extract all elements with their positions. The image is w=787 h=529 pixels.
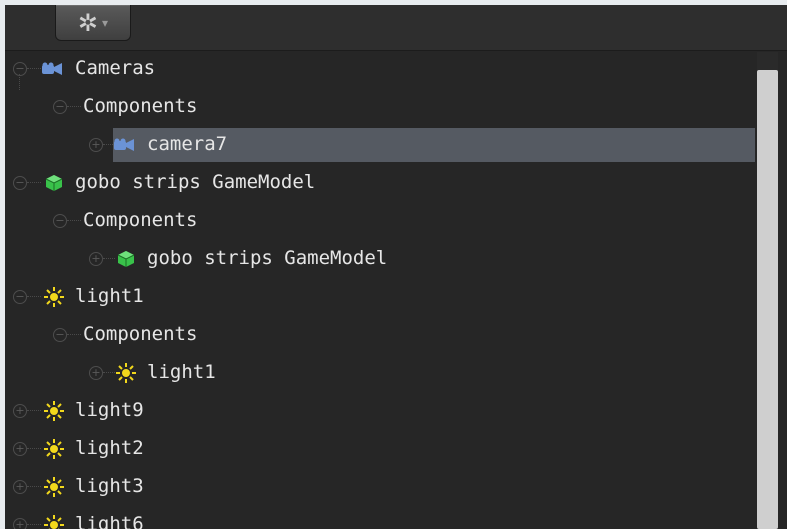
tree-item-light9[interactable]: + light9 (5, 394, 755, 428)
tree-item-label: light3 (75, 475, 144, 497)
light-icon (43, 477, 65, 497)
light-icon (43, 515, 65, 529)
cube-icon (43, 173, 65, 193)
toolbar: ✲ ▾ (5, 5, 787, 51)
collapse-icon[interactable]: − (53, 328, 67, 342)
light-icon (43, 439, 65, 459)
outliner-panel: ✲ ▾ − Cameras − Components + camera7 − g… (5, 5, 787, 529)
tree-item-label: light1 (75, 285, 144, 307)
tree-item-label: Cameras (75, 57, 156, 79)
collapse-icon[interactable]: − (13, 290, 27, 304)
collapse-icon[interactable]: − (53, 100, 67, 114)
tree-item-label: Components (83, 95, 198, 117)
light-icon (43, 401, 65, 421)
expand-icon[interactable]: + (13, 442, 27, 456)
expand-icon[interactable]: + (13, 480, 27, 494)
tree-item-camera7[interactable]: + camera7 (5, 128, 755, 162)
tree-item-light1-component[interactable]: + light1 (5, 356, 755, 390)
tree-item-components[interactable]: − Components (5, 318, 755, 352)
camera-icon (41, 59, 63, 79)
tree-item-gobo-strips-component[interactable]: + gobo strips GameModel (5, 242, 755, 276)
tree-item-label: Components (83, 209, 198, 231)
expand-icon[interactable]: + (13, 518, 27, 529)
chevron-down-icon: ▾ (102, 15, 109, 30)
cube-icon (115, 249, 137, 269)
gear-icon: ✲ (77, 8, 99, 37)
camera-icon (113, 135, 135, 155)
light-icon (115, 363, 137, 383)
tree-item-label: light6 (75, 513, 144, 529)
tree-item-light1[interactable]: − light1 (5, 280, 755, 314)
tree-item-label: light9 (75, 399, 144, 421)
settings-menu-button[interactable]: ✲ ▾ (55, 5, 131, 41)
tree-item-label: light2 (75, 437, 144, 459)
collapse-icon[interactable]: − (13, 176, 27, 190)
collapse-icon[interactable]: − (53, 214, 67, 228)
tree-item-light3[interactable]: + light3 (5, 470, 755, 504)
scrollbar-thumb[interactable] (757, 70, 778, 529)
expand-icon[interactable]: + (89, 252, 103, 266)
tree-item-light6[interactable]: + light6 (5, 508, 755, 529)
tree-item-gobo-strips[interactable]: − gobo strips GameModel (5, 166, 755, 200)
tree-item-components[interactable]: − Components (5, 204, 755, 238)
tree-item-components[interactable]: − Components (5, 74, 755, 124)
tree-item-label: light1 (147, 361, 216, 383)
expand-icon[interactable]: + (89, 366, 103, 380)
expand-icon[interactable]: + (13, 404, 27, 418)
expand-icon[interactable]: + (89, 138, 103, 152)
tree-item-light2[interactable]: + light2 (5, 432, 755, 466)
tree-item-label: gobo strips GameModel (75, 171, 316, 193)
scene-tree: − Cameras − Components + camera7 − gobo … (5, 52, 755, 529)
light-icon (43, 287, 65, 307)
tree-item-label: Components (83, 323, 198, 345)
tree-item-cameras[interactable]: − Cameras (5, 52, 755, 86)
tree-item-label: camera7 (147, 133, 228, 155)
tree-item-label: gobo strips GameModel (147, 247, 388, 269)
